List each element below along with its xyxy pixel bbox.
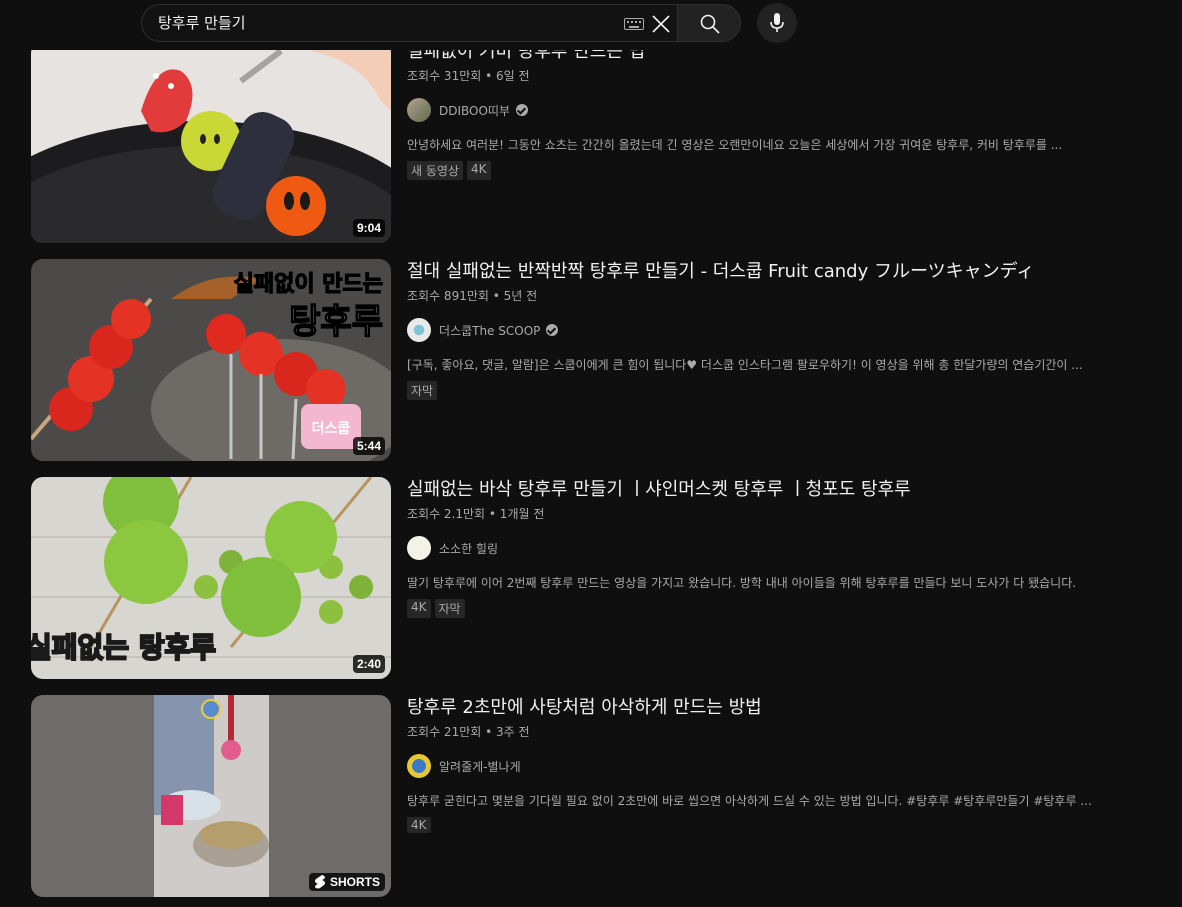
channel-link[interactable]: DDIBOO띠부 [407, 98, 1127, 122]
clear-search-icon[interactable] [650, 13, 672, 35]
video-info: 실패없이 커비 탕후루 만드는 법 조회수 31만회 • 6일 전 DDIBOO… [407, 41, 1127, 180]
verified-icon [516, 104, 529, 116]
video-meta: 조회수 31만회 • 6일 전 [407, 69, 530, 83]
video-thumbnail[interactable]: SHORTS [31, 695, 391, 897]
badge: 자막 [434, 599, 465, 618]
video-duration: 5:44 [352, 437, 385, 455]
badge-list: 4K 자막 [407, 599, 1127, 618]
channel-link[interactable]: 알려줄게-별나게 [407, 754, 1127, 778]
channel-avatar[interactable] [407, 536, 431, 560]
channel-avatar[interactable] [407, 318, 431, 342]
search-icon [700, 14, 720, 34]
channel-link[interactable]: 더스쿱The SCOOP [407, 318, 1127, 342]
channel-avatar[interactable] [407, 98, 431, 122]
video-info: 절대 실패없는 반짝반짝 탕후루 만들기 - 더스쿱 Fruit candy フ… [407, 259, 1127, 400]
badge: 4K [407, 817, 431, 833]
shorts-badge: SHORTS [308, 873, 385, 891]
video-info: 실패없는 바삭 탕후루 만들기 ㅣ샤인머스켓 탕후루 ㅣ청포도 탕후루 조회수 … [407, 477, 1127, 618]
video-title[interactable]: 탕후루 2초만에 사탕처럼 아삭하게 만드는 방법 [407, 695, 1127, 721]
thumbnail-image [31, 695, 391, 897]
video-description: [구독, 좋아요, 댓글, 알람]은 스쿱이에게 큰 힘이 됩니다♥ 더스쿱 인… [407, 358, 1083, 372]
badge-list: 새 동영상 4K [407, 161, 1127, 180]
channel-name[interactable]: 알려줄게-별나게 [439, 758, 521, 775]
video-thumbnail[interactable]: 9:04 [31, 41, 391, 243]
channel-name[interactable]: 소소한 힐링 [439, 540, 498, 557]
thumbnail-logo: 더스쿱 [312, 421, 351, 437]
verified-icon [546, 324, 559, 336]
badge-list: 자막 [407, 381, 1127, 400]
search-input[interactable] [158, 5, 598, 41]
thumbnail-image [31, 41, 391, 243]
thumbnail-caption: 실패없이 만드는 [234, 272, 383, 297]
video-description: 안녕하세요 여러분! 그동안 쇼츠는 간간히 올렸는데 긴 영상은 오랜만이네요… [407, 138, 1063, 152]
badge-list: 4K [407, 817, 1127, 833]
video-info: 탕후루 2초만에 사탕처럼 아삭하게 만드는 방법 조회수 21만회 • 3주 … [407, 695, 1127, 833]
shorts-label: SHORTS [329, 875, 380, 889]
video-thumbnail[interactable]: 실패없는 탕후루 2:40 [31, 477, 391, 679]
channel-link[interactable]: 소소한 힐링 [407, 536, 1127, 560]
microphone-icon [770, 13, 784, 32]
video-meta: 조회수 2.1만회 • 1개월 전 [407, 507, 545, 521]
badge: 4K [407, 599, 431, 618]
video-duration: 2:40 [352, 655, 385, 673]
video-thumbnail[interactable]: 더스쿱 실패없이 만드는 탕후루 5:44 [31, 259, 391, 461]
badge: 4K [466, 161, 491, 180]
channel-name[interactable]: 더스쿱The SCOOP [439, 322, 540, 339]
thumbnail-caption: 실패없는 탕후루 [31, 631, 216, 664]
video-meta: 조회수 21만회 • 3주 전 [407, 725, 530, 739]
thumbnail-caption: 탕후루 [289, 302, 383, 342]
keyboard-icon[interactable] [624, 18, 644, 30]
badge: 새 동영상 [407, 161, 463, 180]
video-title[interactable]: 절대 실패없는 반짝반짝 탕후루 만들기 - 더스쿱 Fruit candy フ… [407, 259, 1127, 285]
shorts-icon [314, 875, 325, 889]
channel-avatar[interactable] [407, 754, 431, 778]
badge: 자막 [407, 381, 438, 400]
thumbnail-image: 실패없는 탕후루 [31, 477, 391, 679]
search-button[interactable] [677, 4, 741, 42]
masthead [0, 0, 1182, 50]
video-description: 탕후루 굳힌다고 몇분을 기다릴 필요 없이 2초만에 바로 씹으면 아삭하게 … [407, 794, 1092, 808]
thumbnail-image: 더스쿱 실패없이 만드는 탕후루 [31, 259, 391, 461]
voice-search-button[interactable] [757, 3, 797, 43]
search-box[interactable] [141, 4, 678, 42]
video-description: 딸기 탕후루에 이어 2번째 탕후루 만드는 영상을 가지고 왔습니다. 방학 … [407, 576, 1077, 590]
video-duration: 9:04 [352, 219, 385, 237]
video-meta: 조회수 891만회 • 5년 전 [407, 289, 538, 303]
video-title[interactable]: 실패없는 바삭 탕후루 만들기 ㅣ샤인머스켓 탕후루 ㅣ청포도 탕후루 [407, 477, 1127, 503]
channel-name[interactable]: DDIBOO띠부 [439, 102, 510, 119]
